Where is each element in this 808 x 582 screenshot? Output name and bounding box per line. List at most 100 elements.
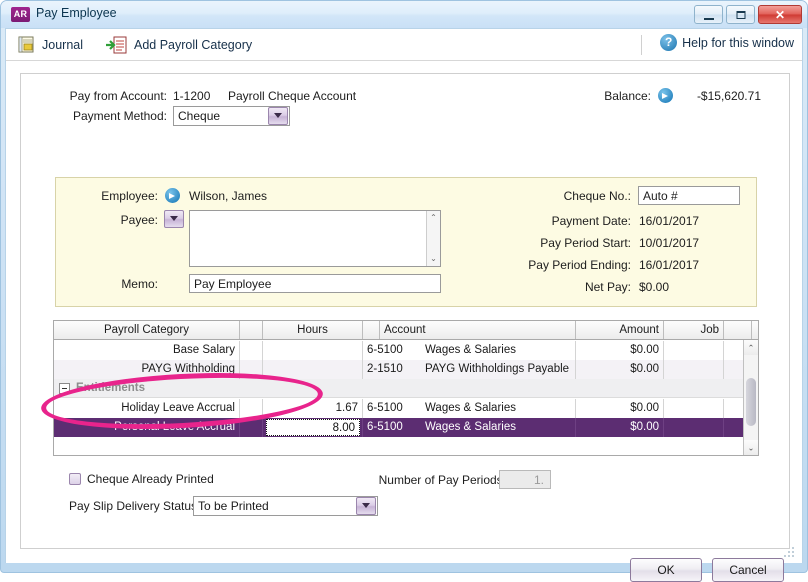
journal-label: Journal bbox=[42, 38, 83, 52]
grid-scrollbar[interactable]: ⌃ ⌄ bbox=[743, 340, 758, 455]
toolbar-separator bbox=[641, 35, 642, 55]
add-payroll-category-icon bbox=[106, 36, 127, 54]
cell-job[interactable] bbox=[664, 341, 724, 360]
cell-hours[interactable] bbox=[263, 341, 363, 360]
payment-method-label: Payment Method: bbox=[72, 109, 167, 123]
cell-account-name: PAYG Withholdings Payable bbox=[421, 360, 576, 379]
pay-from-account-name: Payroll Cheque Account bbox=[228, 89, 357, 103]
cheque-already-printed-checkbox[interactable]: Cheque Already Printed bbox=[69, 472, 214, 486]
hours-edit-input[interactable]: 8.00 bbox=[266, 419, 360, 436]
payee-scroll-down-icon[interactable]: ⌄ bbox=[427, 252, 440, 266]
help-link[interactable]: ? Help for this window bbox=[660, 34, 794, 51]
col-account[interactable]: Account bbox=[380, 321, 576, 339]
col-spacer-2 bbox=[363, 321, 380, 339]
add-payroll-category-button[interactable]: Add Payroll Category bbox=[106, 33, 252, 57]
payee-textarea[interactable]: ⌃ ⌄ bbox=[189, 210, 441, 267]
memo-label: Memo: bbox=[121, 277, 158, 291]
cell-amount[interactable]: $0.00 bbox=[576, 418, 664, 437]
resize-grip[interactable] bbox=[784, 547, 796, 559]
help-icon: ? bbox=[660, 34, 678, 51]
employee-panel: Employee: Wilson, James Payee: ⌃ ⌄ Memo:… bbox=[55, 177, 757, 307]
ok-button[interactable]: OK bbox=[630, 558, 702, 582]
cell-spacer bbox=[240, 341, 263, 360]
col-payroll-category[interactable]: Payroll Category bbox=[54, 321, 240, 339]
cell-category: Base Salary bbox=[54, 341, 240, 360]
chevron-down-icon: ⌄ bbox=[747, 443, 755, 452]
cell-account-code: 6-5100 bbox=[367, 344, 403, 356]
cell-account-name: Wages & Salaries bbox=[421, 399, 576, 418]
pay-from-account-code: 1-1200 bbox=[173, 89, 211, 103]
employee-name: Wilson, James bbox=[189, 189, 268, 203]
journal-icon bbox=[18, 36, 34, 53]
employee-drilldown-icon[interactable] bbox=[165, 188, 180, 203]
pay-period-start-value: 10/01/2017 bbox=[639, 236, 700, 250]
minimize-button[interactable] bbox=[694, 5, 723, 24]
close-icon: ✕ bbox=[774, 7, 786, 22]
maximize-icon bbox=[736, 10, 745, 19]
title-bar: AR Pay Employee ✕ bbox=[1, 1, 807, 28]
table-row[interactable]: Base Salary 6-5100 Wages & Salaries $0.0… bbox=[54, 341, 752, 360]
form-panel: Pay from Account: 1-1200 Payroll Cheque … bbox=[20, 73, 790, 549]
col-spacer-1 bbox=[240, 321, 263, 339]
number-of-pay-periods-label: Number of Pay Periods: bbox=[378, 473, 506, 487]
cell-category: Personal Leave Accrual bbox=[54, 418, 240, 437]
cancel-button[interactable]: Cancel bbox=[712, 558, 784, 582]
pay-period-ending-label: Pay Period Ending: bbox=[528, 258, 631, 272]
collapse-icon[interactable] bbox=[59, 383, 70, 394]
payee-scrollbar[interactable]: ⌃ ⌄ bbox=[426, 211, 440, 266]
cell-spacer bbox=[240, 399, 263, 418]
group-row-entitlements[interactable]: Entitlements bbox=[54, 379, 744, 398]
table-row-selected[interactable]: Personal Leave Accrual 6-5100 Wages & Sa… bbox=[54, 418, 758, 437]
cell-spacer bbox=[240, 418, 263, 437]
client-area: Journal Add Payroll Category ? Help for … bbox=[5, 28, 803, 582]
cell-job[interactable] bbox=[664, 418, 724, 437]
cell-account-code: 6-5100 bbox=[367, 421, 403, 433]
cell-account-code: 6-5100 bbox=[367, 402, 403, 414]
checkbox-icon[interactable] bbox=[69, 473, 81, 485]
close-button[interactable]: ✕ bbox=[758, 5, 802, 24]
cell-amount[interactable]: $0.00 bbox=[576, 360, 664, 379]
number-of-pay-periods-field: 1. bbox=[499, 470, 551, 489]
pay-slip-delivery-select[interactable]: To be Printed bbox=[193, 496, 378, 516]
memo-input[interactable]: Pay Employee bbox=[189, 274, 441, 293]
payee-scroll-up-icon[interactable]: ⌃ bbox=[427, 211, 440, 225]
pay-employee-window: AR Pay Employee ✕ Journal Add Payroll Ca… bbox=[0, 0, 808, 582]
cell-hours[interactable] bbox=[263, 360, 363, 379]
grid-scrollbar-thumb[interactable] bbox=[746, 378, 756, 426]
journal-button[interactable]: Journal bbox=[16, 33, 83, 57]
payee-label: Payee: bbox=[120, 213, 158, 227]
add-payroll-category-label: Add Payroll Category bbox=[134, 38, 253, 52]
cell-amount[interactable]: $0.00 bbox=[576, 399, 664, 418]
payment-method-value: Cheque bbox=[178, 109, 221, 123]
grid-scroll-up-button[interactable]: ⌃ bbox=[744, 340, 758, 355]
app-badge-icon: AR bbox=[11, 7, 30, 22]
col-amount[interactable]: Amount bbox=[576, 321, 664, 339]
cell-job[interactable] bbox=[664, 399, 724, 418]
col-hours[interactable]: Hours bbox=[263, 321, 363, 339]
minimize-icon bbox=[703, 17, 714, 20]
cheque-no-input[interactable]: Auto # bbox=[638, 186, 740, 205]
col-spacer-4 bbox=[752, 321, 758, 339]
cell-amount[interactable]: $0.00 bbox=[576, 341, 664, 360]
table-row[interactable]: PAYG Withholding 2-1510 PAYG Withholding… bbox=[54, 360, 752, 379]
payment-method-select[interactable]: Cheque bbox=[173, 106, 290, 126]
balance-drilldown-icon[interactable] bbox=[658, 88, 673, 103]
table-row[interactable]: Holiday Leave Accrual 1.67 6-5100 Wages … bbox=[54, 399, 752, 418]
employee-label: Employee: bbox=[101, 189, 158, 203]
net-pay-value: $0.00 bbox=[639, 280, 670, 294]
cell-account-name: Wages & Salaries bbox=[421, 418, 576, 437]
cell-hours[interactable]: 1.67 bbox=[263, 399, 363, 418]
payee-dropdown-icon[interactable] bbox=[164, 210, 184, 228]
cell-job[interactable] bbox=[664, 360, 724, 379]
col-job[interactable]: Job bbox=[664, 321, 724, 339]
chevron-down-icon[interactable] bbox=[268, 107, 288, 125]
balance-value: -$15,620.71 bbox=[696, 89, 761, 103]
net-pay-label: Net Pay: bbox=[584, 280, 631, 294]
chevron-down-icon[interactable] bbox=[356, 497, 376, 515]
group-label: Entitlements bbox=[76, 382, 146, 394]
pay-period-ending-value: 16/01/2017 bbox=[639, 258, 700, 272]
maximize-button[interactable] bbox=[726, 5, 755, 24]
grid-scroll-down-button[interactable]: ⌄ bbox=[744, 440, 758, 455]
col-spacer-3 bbox=[724, 321, 752, 339]
grid-header-row: Payroll Category Hours Account Amount Jo… bbox=[54, 321, 758, 340]
